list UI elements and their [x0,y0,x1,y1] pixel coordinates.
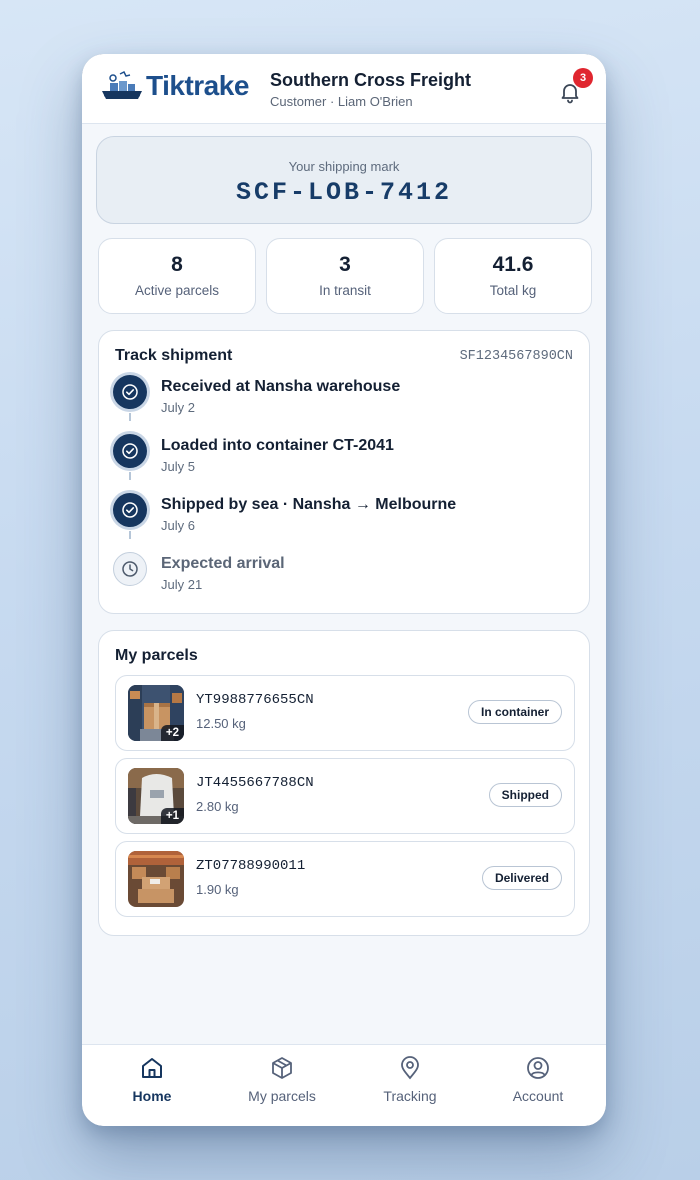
nav-label: My parcels [248,1088,316,1104]
nav-my-parcels[interactable]: My parcels [227,1055,337,1104]
bottom-nav: Home My parcels Tracking Account [82,1044,606,1126]
step-status-dot [113,493,147,527]
step-status-dot [113,375,147,409]
brand-name: Tiktrake [146,70,249,101]
parcel-photo-image [128,851,184,907]
timeline-connector [129,413,131,421]
parcel-status-badge: Delivered [481,866,562,890]
tracking-number[interactable]: SF1234567890CN [460,349,573,364]
parcel-photo [128,851,184,907]
timeline-step: Shipped by sea · Nansha → Melbourne July… [113,493,573,547]
track-title: Track shipment [115,347,233,364]
stat-value: 8 [171,253,183,276]
customer-subtitle: Customer · Liam O'Brien [270,94,413,109]
parcel-photo: +1 [128,768,184,824]
stat-label: Total kg [489,283,537,298]
stat-total-kg[interactable]: 41.6 Total kg [434,238,592,314]
box-icon [272,1057,292,1079]
check-circle-icon [122,502,138,518]
brand-logo[interactable]: Tiktrake [100,68,249,104]
company-block: Southern Cross Freight Customer · Liam O… [270,70,471,109]
step-date: July 21 [161,577,203,592]
stat-in-transit[interactable]: 3 In transit [266,238,424,314]
parcel-weight: 1.90 kg [196,882,239,897]
parcel-code: ZT07788990011 [196,858,306,874]
parcel-photo: +2 [128,685,184,741]
app-screen: Tiktrake Southern Cross Freight Customer… [82,54,606,1126]
nav-account[interactable]: Account [483,1055,593,1104]
clock-icon [122,561,138,577]
track-shipment-card: Track shipment SF1234567890CN Received a… [98,330,590,614]
step-status-dot [113,434,147,468]
step-title: Shipped by sea · Nansha → Melbourne [161,496,457,513]
parcel-weight: 2.80 kg [196,799,239,814]
step-date: July 2 [161,400,195,415]
parcel-row[interactable]: +1 JT4455667788CN 2.80 kg Shipped [115,758,575,834]
parcel-code: JT4455667788CN [196,775,314,791]
check-circle-icon [122,443,138,459]
timeline-step: Expected arrival July 21 [113,552,573,606]
timeline-connector [129,472,131,480]
app-header: Tiktrake Southern Cross Freight Customer… [82,54,606,124]
ship-logo-icon [102,70,142,99]
stat-label: Active parcels [134,283,220,298]
parcel-status-badge: Shipped [488,783,562,807]
extra-photos-badge: +2 [160,725,184,741]
parcel-row[interactable]: +2 YT9988776655CN 12.50 kg In container [115,675,575,751]
parcels-title: My parcels [115,647,198,664]
my-parcels-card: My parcels +2 YT9988776655CN 12.50 kg In… [98,630,590,936]
extra-photos-badge: +1 [160,808,184,824]
step-title: Received at Nansha warehouse [161,378,401,395]
step-title: Expected arrival [161,555,285,572]
company-name: Southern Cross Freight [270,70,472,90]
shipping-mark-value: SCF-LOB-7412 [235,178,453,207]
notification-badge: 3 [573,68,593,88]
stat-value: 3 [339,253,351,276]
user-circle-icon [527,1057,549,1079]
shipping-mark-label: Your shipping mark [288,159,400,174]
phone-frame: Tiktrake Southern Cross Freight Customer… [82,54,606,1126]
nav-home[interactable]: Home [97,1055,207,1104]
stats-row: 8 Active parcels 3 In transit 41.6 Total… [98,238,592,314]
parcel-weight: 12.50 kg [196,716,246,731]
shipping-mark-card: Your shipping mark SCF-LOB-7412 [96,136,592,224]
timeline-step: Loaded into container CT-2041 July 5 [113,434,573,488]
check-circle-icon [122,384,138,400]
nav-label: Account [512,1088,564,1104]
stat-active-parcels[interactable]: 8 Active parcels [98,238,256,314]
nav-label: Home [132,1088,172,1104]
timeline-connector [129,531,131,539]
parcel-status-badge: In container [467,700,562,724]
map-pin-icon [401,1056,419,1080]
step-date: July 5 [161,459,195,474]
timeline-step: Received at Nansha warehouse July 2 [113,375,573,429]
nav-label: Tracking [383,1088,437,1104]
step-title: Loaded into container CT-2041 [161,437,394,454]
parcel-code: YT9988776655CN [196,692,314,708]
home-icon [142,1058,162,1078]
step-status-dot [113,552,147,586]
nav-tracking[interactable]: Tracking [355,1055,465,1104]
stat-value: 41.6 [492,253,534,276]
stat-label: In transit [319,283,371,298]
step-date: July 6 [161,518,195,533]
parcel-row[interactable]: ZT07788990011 1.90 kg Delivered [115,841,575,917]
